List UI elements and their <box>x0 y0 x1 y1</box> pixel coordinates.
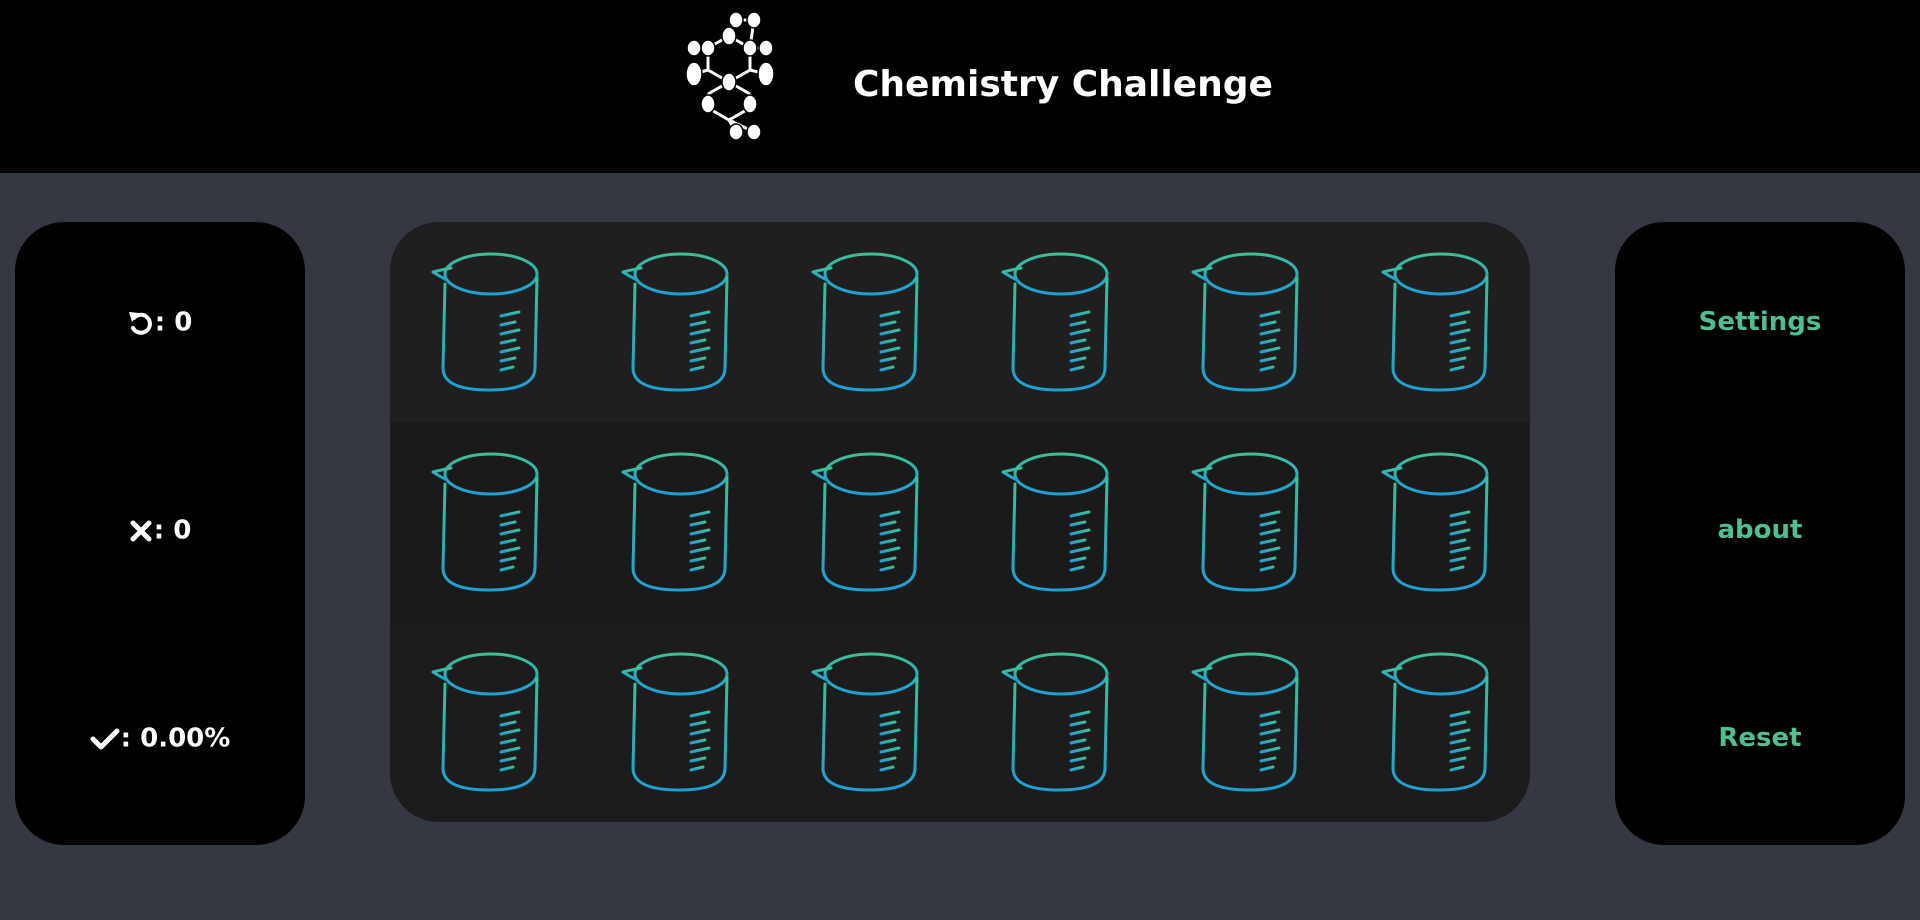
beaker-icon[interactable] <box>1001 450 1111 598</box>
accuracy-stat: : 0.00% <box>15 720 305 757</box>
beaker-icon[interactable] <box>621 250 731 398</box>
beaker-icon[interactable] <box>1001 650 1111 798</box>
check-icon <box>90 727 120 751</box>
menu-panel: Settings about Reset <box>1615 222 1905 845</box>
accuracy-separator: : <box>120 723 132 754</box>
cross-icon <box>129 519 153 543</box>
beaker-icon[interactable] <box>1381 450 1491 598</box>
board-row <box>390 422 1530 622</box>
molecule-logo-icon <box>681 8 777 141</box>
beaker-icon[interactable] <box>1381 250 1491 398</box>
mistakes-value: 0 <box>173 515 192 546</box>
beaker-icon[interactable] <box>811 650 921 798</box>
beaker-icon[interactable] <box>1191 450 1301 598</box>
beaker-icon[interactable] <box>621 450 731 598</box>
beaker-icon[interactable] <box>431 250 541 398</box>
stats-panel: : 0 : 0 : 0.00% <box>15 222 305 845</box>
attempts-value: 0 <box>174 307 193 338</box>
board-row <box>390 622 1530 822</box>
app-header: Chemistry Challenge <box>0 0 1920 173</box>
board-row <box>390 222 1530 422</box>
beaker-icon[interactable] <box>1381 650 1491 798</box>
beaker-icon[interactable] <box>1191 650 1301 798</box>
about-link[interactable]: about <box>1615 512 1905 548</box>
mistakes-separator: : <box>153 515 165 546</box>
beaker-icon[interactable] <box>811 450 921 598</box>
game-board <box>390 222 1530 822</box>
beaker-icon[interactable] <box>621 650 731 798</box>
beaker-icon[interactable] <box>1191 250 1301 398</box>
beaker-icon[interactable] <box>811 250 921 398</box>
settings-link[interactable]: Settings <box>1615 304 1905 340</box>
attempts-stat: : 0 <box>15 304 305 341</box>
reset-link[interactable]: Reset <box>1615 720 1905 756</box>
beaker-icon[interactable] <box>431 450 541 598</box>
undo-arrow-icon <box>128 309 154 337</box>
beaker-icon[interactable] <box>431 650 541 798</box>
accuracy-value: 0.00% <box>140 723 231 754</box>
attempts-separator: : <box>154 307 166 338</box>
mistakes-stat: : 0 <box>15 512 305 549</box>
app-title: Chemistry Challenge <box>853 64 1273 105</box>
beaker-icon[interactable] <box>1001 250 1111 398</box>
